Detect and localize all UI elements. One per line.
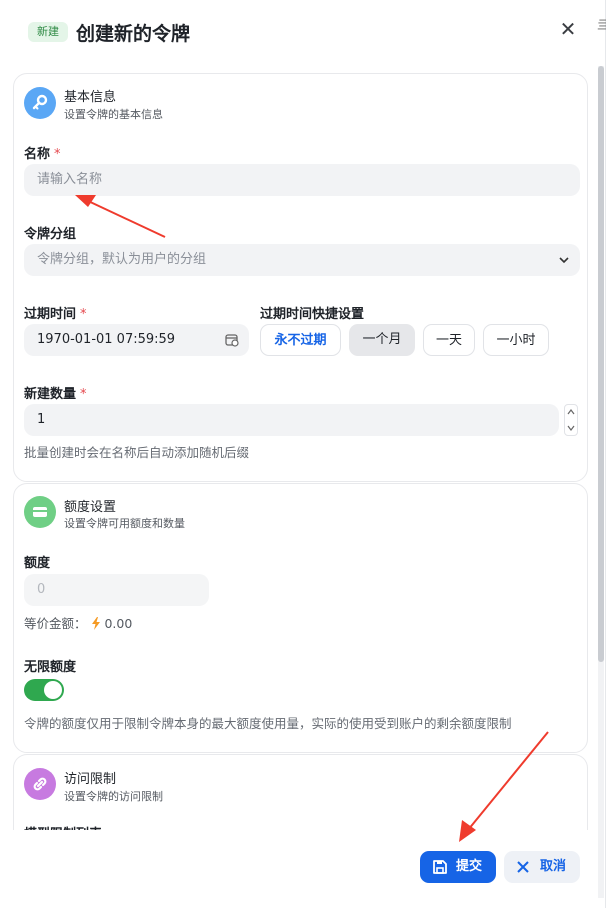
annotation-arrow-name: [75, 195, 166, 238]
annotation-arrows: [75, 195, 549, 842]
annotation-arrow-submit: [459, 731, 549, 842]
modal: 新建 创建新的令牌 ✕ 亖 基本信息 设置令牌的基本信息 名称 * 请输入名称 令…: [0, 0, 606, 908]
